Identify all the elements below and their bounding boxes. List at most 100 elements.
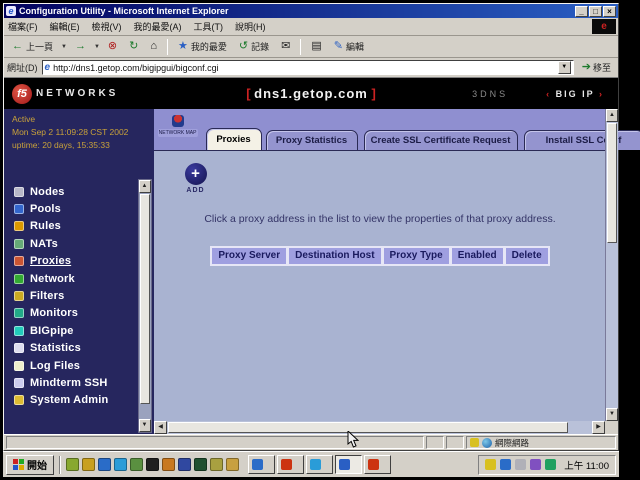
minimize-button[interactable]: _: [575, 6, 588, 17]
proxy-table-header-row: Proxy ServerDestination HostProxy TypeEn…: [154, 245, 607, 266]
scroll-right-icon[interactable]: ▶: [592, 421, 605, 434]
taskbar-window-button[interactable]: [277, 455, 304, 474]
taskbar-window-button[interactable]: [364, 455, 391, 474]
sidebar-item-network[interactable]: Network: [14, 270, 136, 287]
tray-icon[interactable]: [530, 459, 541, 470]
scroll-left-icon[interactable]: ◀: [154, 421, 167, 434]
menu-edit[interactable]: 編輯(E): [50, 20, 80, 33]
sidebar-item-mindterm-ssh[interactable]: Mindterm SSH: [14, 374, 136, 391]
print-icon: ▤: [311, 41, 321, 52]
address-dropdown[interactable]: ▼: [558, 61, 571, 74]
add-proxy-button[interactable]: + ADD: [176, 163, 216, 194]
back-dropdown[interactable]: ▼: [60, 44, 68, 50]
tab-install-ssl-certificate[interactable]: Install SSL Certif: [524, 130, 640, 150]
quicklaunch-icon[interactable]: [226, 458, 239, 471]
taskbar-window-button[interactable]: [248, 455, 275, 474]
quicklaunch-icon[interactable]: [66, 458, 79, 471]
page-vertical-scrollbar[interactable]: ▲ ▼: [605, 109, 618, 421]
filters-icon: [14, 291, 24, 301]
app-icon: [252, 459, 263, 470]
scrollbar-thumb[interactable]: [168, 422, 568, 433]
tray-icon[interactable]: [545, 459, 556, 470]
sidebar-item-system-admin[interactable]: System Admin: [14, 392, 136, 409]
address-input[interactable]: e http://dns1.getop.com/bigipgui/bigconf…: [42, 60, 574, 75]
scroll-down-icon[interactable]: ▼: [139, 419, 151, 432]
quicklaunch-icon[interactable]: [146, 458, 159, 471]
ie-icon: e: [6, 6, 16, 16]
menu-help[interactable]: 說明(H): [235, 20, 266, 33]
taskbar-window-button-active[interactable]: [335, 455, 362, 474]
nats-icon: [14, 239, 24, 249]
taskbar-window-button[interactable]: [306, 455, 333, 474]
home-icon: ⌂: [150, 41, 157, 52]
network-map-button[interactable]: NETWORK MAP: [158, 115, 198, 137]
mail-button[interactable]: ✉: [276, 39, 295, 54]
tab-proxies[interactable]: Proxies: [206, 128, 262, 150]
tray-icon[interactable]: [515, 459, 526, 470]
menu-favorites[interactable]: 我的最愛(A): [134, 20, 182, 33]
home-button[interactable]: ⌂: [145, 39, 162, 54]
favorites-button[interactable]: ★ 我的最愛: [173, 38, 232, 55]
sidebar-item-nats[interactable]: NATs: [14, 235, 136, 252]
quicklaunch-icon[interactable]: [162, 458, 175, 471]
scrollbar-thumb[interactable]: [607, 123, 617, 243]
print-button[interactable]: ▤: [306, 39, 326, 54]
column-proxy-server: Proxy Server: [210, 246, 287, 266]
sidebar-item-log-files[interactable]: Log Files: [14, 357, 136, 374]
quicklaunch-icon[interactable]: [98, 458, 111, 471]
edit-button[interactable]: ✎ 編輯: [329, 38, 369, 55]
quicklaunch-icon[interactable]: [210, 458, 223, 471]
toolbar-separator: [300, 39, 301, 55]
instruction-text: Click a proxy address in the list to vie…: [154, 213, 607, 225]
menu-view[interactable]: 檢視(V): [92, 20, 122, 33]
quicklaunch-icon[interactable]: [82, 458, 95, 471]
bigpipe-icon: [14, 326, 24, 336]
mail-icon: ✉: [281, 41, 290, 52]
sidebar-item-monitors[interactable]: Monitors: [14, 305, 136, 322]
quicklaunch-icon[interactable]: [178, 458, 191, 471]
status-pane: [426, 436, 444, 449]
tray-icon[interactable]: [500, 459, 511, 470]
taskbar-clock: 上午 11:00: [564, 458, 609, 472]
maximize-button[interactable]: □: [589, 6, 602, 17]
tray-icon[interactable]: [485, 459, 496, 470]
history-button[interactable]: ↺ 記錄: [234, 38, 274, 55]
forward-button[interactable]: →: [70, 39, 91, 54]
back-button[interactable]: ← 上一頁: [7, 38, 58, 55]
sidebar-scrollbar[interactable]: ▲ ▼: [138, 179, 152, 433]
start-button[interactable]: 開始: [6, 455, 54, 475]
scroll-up-icon[interactable]: ▲: [139, 180, 151, 193]
app-icon: [368, 459, 379, 470]
pools-icon: [14, 204, 24, 214]
page-horizontal-scrollbar[interactable]: ◀ ▶: [154, 421, 605, 434]
quicklaunch-icon[interactable]: [130, 458, 143, 471]
taskbar-window-buttons: [248, 455, 391, 474]
quicklaunch-icon[interactable]: [114, 458, 127, 471]
forward-dropdown[interactable]: ▼: [93, 44, 101, 50]
hostname: dns1.getop.com: [254, 86, 368, 101]
link-bigip[interactable]: ‹ BIG IP ›: [546, 89, 604, 99]
tab-proxy-statistics[interactable]: Proxy Statistics: [266, 130, 358, 150]
tab-create-ssl-certificate-request[interactable]: Create SSL Certificate Request: [364, 130, 518, 150]
stop-button[interactable]: ⊗: [103, 39, 122, 54]
scrollbar-thumb[interactable]: [140, 194, 150, 404]
go-button[interactable]: ➔ 移至: [578, 61, 615, 74]
sidebar-item-pools[interactable]: Pools: [14, 200, 136, 217]
mindterm-ssh-icon: [14, 378, 24, 388]
sidebar-item-filters[interactable]: Filters: [14, 287, 136, 304]
sidebar-item-proxies[interactable]: Proxies: [14, 253, 136, 270]
refresh-button[interactable]: ↻: [124, 39, 143, 54]
quicklaunch-icon[interactable]: [194, 458, 207, 471]
scroll-down-icon[interactable]: ▼: [606, 408, 618, 421]
close-button[interactable]: ×: [603, 6, 616, 17]
link-3dns[interactable]: 3DNS: [472, 89, 508, 99]
edit-icon: ✎: [334, 41, 343, 52]
scroll-up-icon[interactable]: ▲: [606, 109, 618, 122]
sidebar-item-statistics[interactable]: Statistics: [14, 340, 136, 357]
browser-toolbar: ← 上一頁 ▼ → ▼ ⊗ ↻ ⌂ ★ 我的最愛 ↺: [4, 36, 618, 58]
sidebar-item-bigpipe[interactable]: BIGpipe: [14, 322, 136, 339]
menu-file[interactable]: 檔案(F): [8, 20, 38, 33]
sidebar-item-rules[interactable]: Rules: [14, 218, 136, 235]
sidebar-item-nodes[interactable]: Nodes: [14, 183, 136, 200]
menu-tools[interactable]: 工具(T): [194, 20, 224, 33]
